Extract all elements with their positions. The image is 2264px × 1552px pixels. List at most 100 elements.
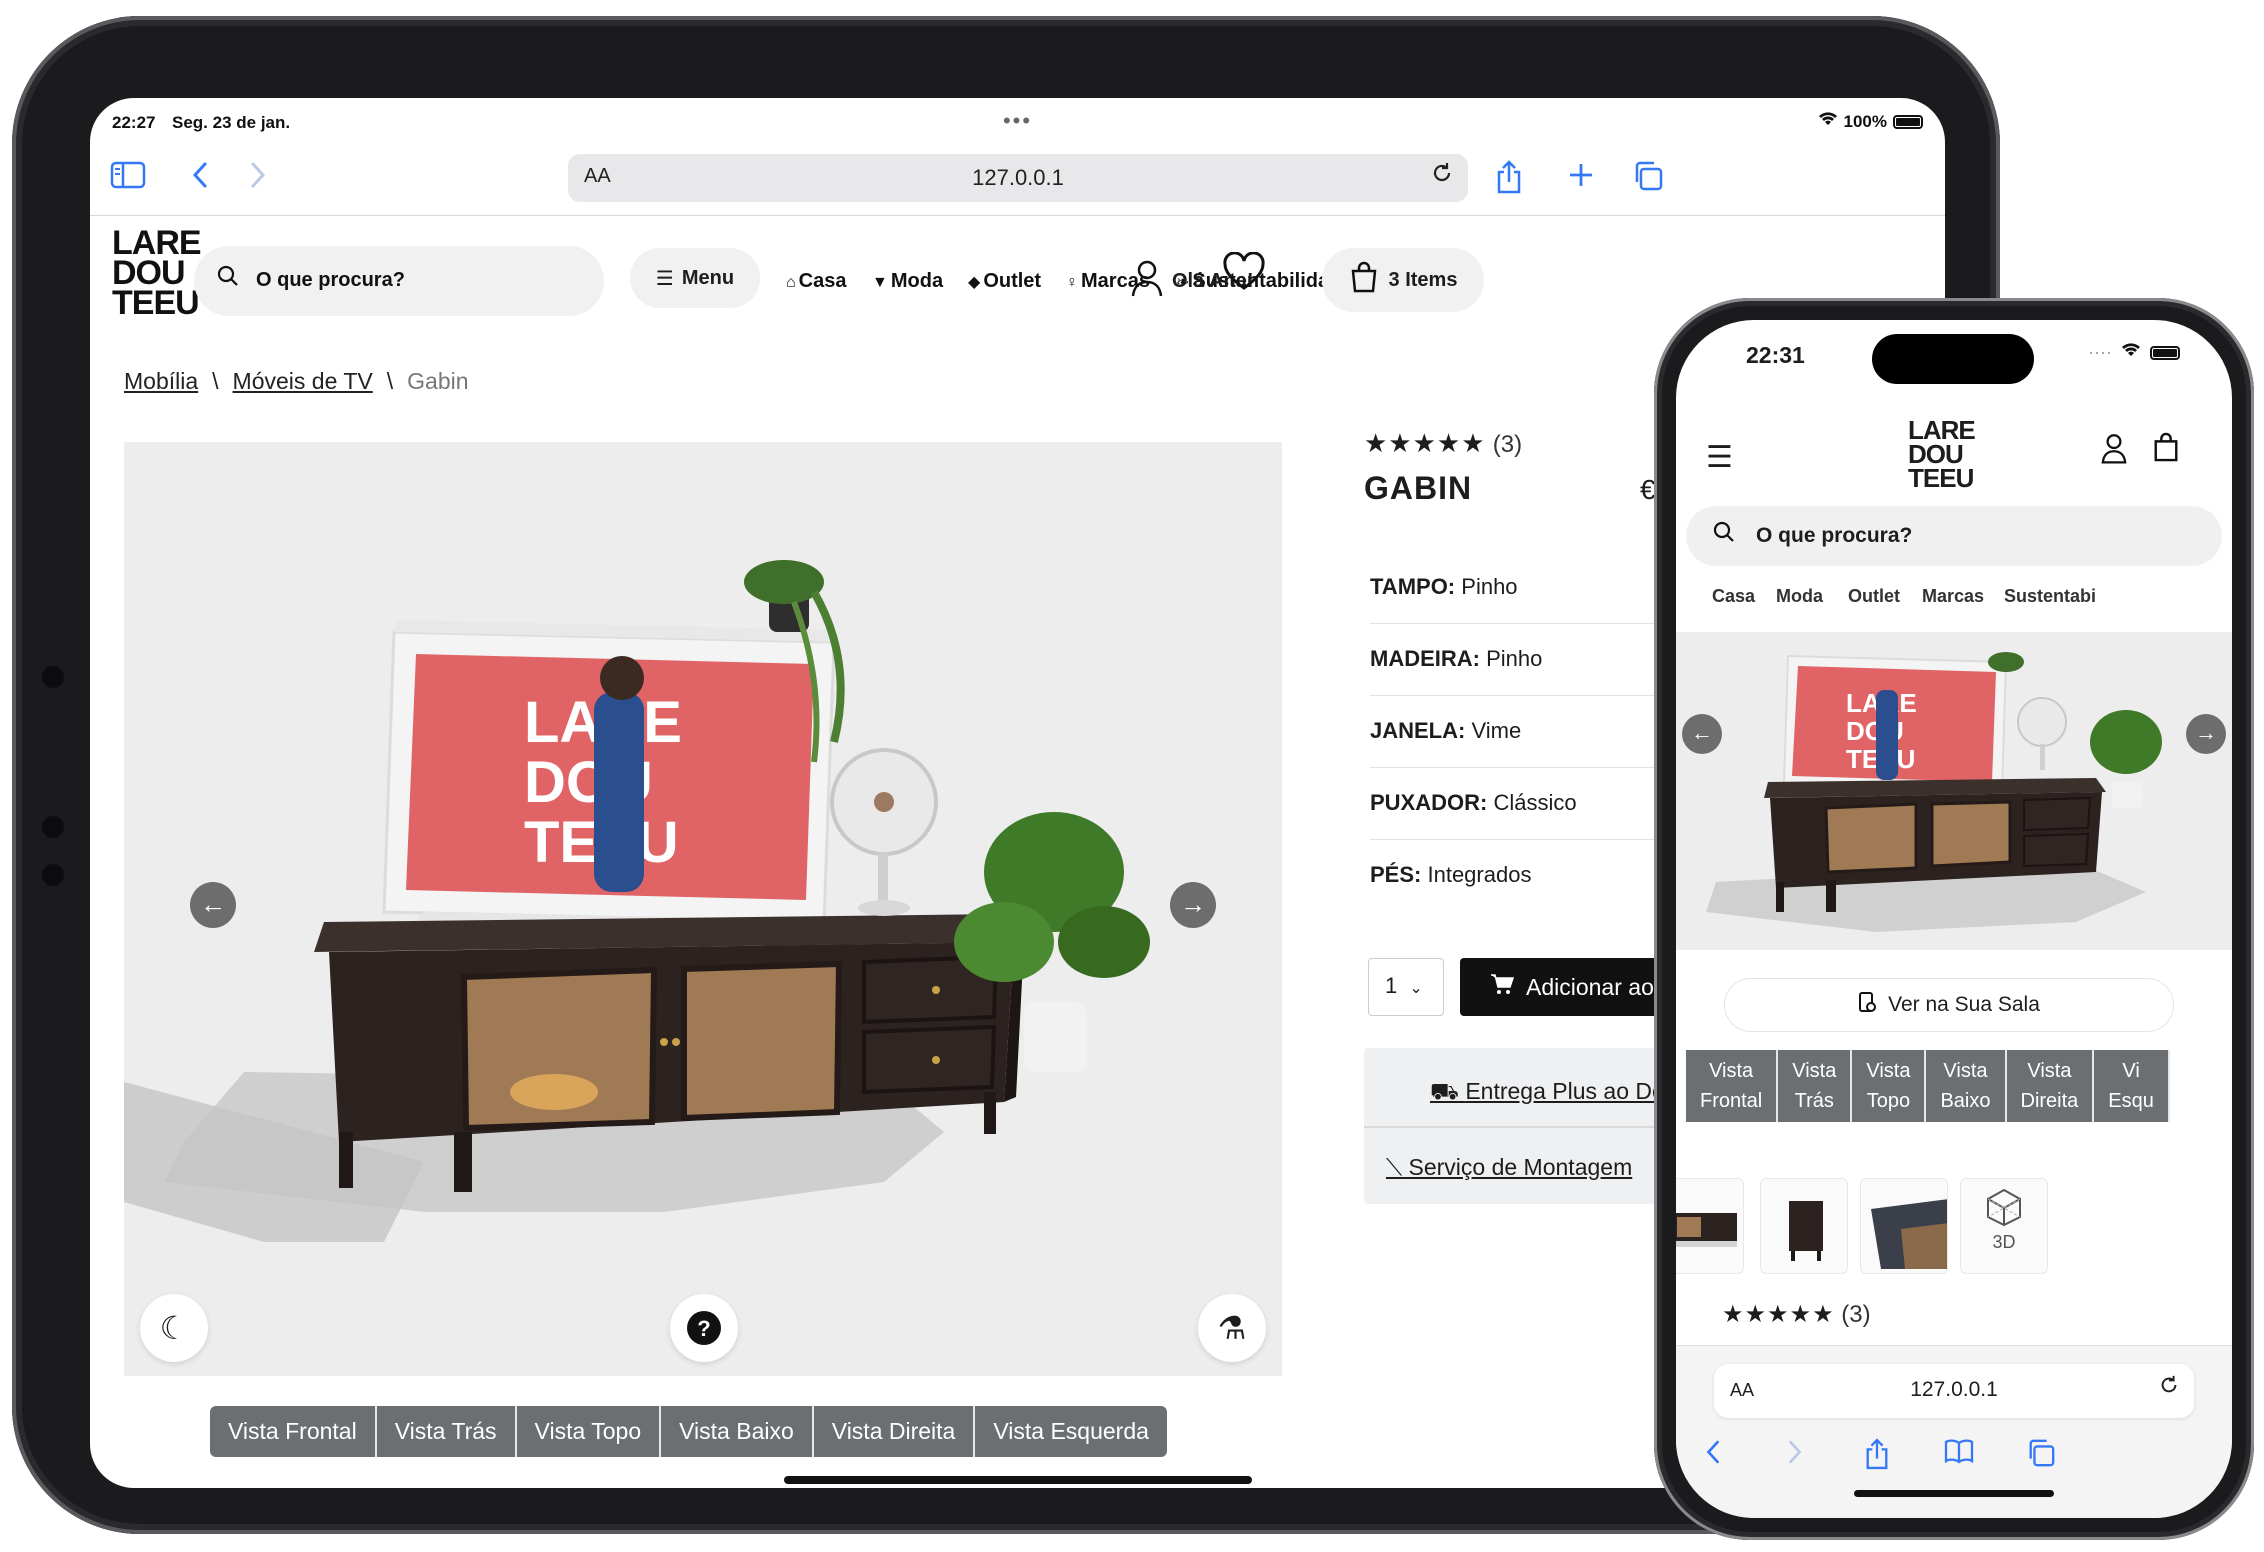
hamburger-icon[interactable]: ☰ [1706,440,1733,475]
nav-casa[interactable]: ⌂ Casa [786,270,846,293]
tab-vista-tras[interactable]: Vista Trás [1778,1050,1853,1122]
attribute-value: Vime [1471,718,1522,743]
address-bar[interactable]: AA 127.0.0.1 [568,154,1468,202]
back-icon[interactable] [1704,1438,1722,1474]
breadcrumb: Mobília \ Móveis de TV \ Gabin [124,368,469,395]
multitasking-dots[interactable]: ••• [1003,108,1032,134]
breadcrumb-link[interactable]: Mobília [124,368,198,394]
assembly-link[interactable]: ⟍ Serviço de Montagem [1386,1154,1632,1181]
attribute-row[interactable]: TAMPO: Pinho [1370,552,1690,624]
nav-marcas[interactable]: Marcas [1922,586,1984,607]
status-date: Seg. 23 de jan. [172,113,291,132]
attribute-key: JANELA: [1370,718,1466,743]
nav-outlet[interactable]: ◆ Outlet [968,270,1041,293]
quantity-select[interactable]: 1 ⌄ [1368,958,1444,1016]
share-icon[interactable] [1864,1438,1890,1478]
arrow-left-icon[interactable]: ← [1682,714,1722,754]
tabs-icon[interactable] [1632,160,1664,200]
flask-icon[interactable]: ⚗ [1198,1294,1266,1362]
attribute-value: Clássico [1493,790,1577,815]
attribute-row[interactable]: PÉS: Integrados [1370,840,1690,912]
bag-icon[interactable] [2152,432,2180,469]
tab-vista-direita[interactable]: Vista Direita [2006,1050,2095,1122]
sidebar-icon[interactable] [110,160,146,198]
breadcrumb-link[interactable]: Móveis de TV [233,368,373,394]
tab-vista-frontal[interactable]: Vista Frontal [210,1406,377,1457]
user-icon[interactable] [2100,432,2128,472]
logo-line: TEEU [1908,463,1974,493]
tab-vista-tras[interactable]: Vista Trás [376,1406,517,1457]
product-render: LARE DOU TEEU [1706,652,2162,932]
attribute-value: Pinho [1486,646,1543,671]
nav-sustentabilidade[interactable]: Sustentabi [2004,586,2096,607]
home-indicator[interactable] [784,1476,1252,1484]
nav-casa[interactable]: Casa [1712,586,1755,607]
product-rating[interactable]: ★★★★★ (3) [1722,1300,1871,1329]
tab-vista-esquerda[interactable]: Vista Esquerda [975,1406,1167,1457]
back-icon[interactable] [190,160,210,198]
moon-icon[interactable]: ☾ [140,1294,208,1362]
nav-outlet[interactable]: Outlet [1848,586,1900,607]
arrow-left-icon[interactable]: ← [190,882,236,928]
address-url: 127.0.0.1 [1910,1378,1998,1401]
cart-button[interactable]: 3 Items [1322,248,1484,312]
tab-vista-baixo[interactable]: Vista Baixo [661,1406,814,1457]
nav-label: Moda [890,270,944,292]
signal-icon: ···· [2088,342,2112,362]
search-input[interactable]: O que procura? [1686,506,2222,566]
thumbnail[interactable] [1760,1178,1848,1274]
forward-icon[interactable] [248,160,268,198]
search-placeholder: O que procura? [256,269,405,291]
attribute-row[interactable]: JANELA: Vime [1370,696,1690,768]
attribute-row[interactable]: PUXADOR: Clássico [1370,768,1690,840]
status-bar: 22:27 Seg. 23 de jan. ••• 100% [90,98,1945,144]
tab-vista-esquerda[interactable]: Vi Esqu [2094,1050,2170,1122]
menu-label: Menu [681,266,735,289]
thumbnail[interactable] [1676,1178,1744,1274]
book-icon[interactable] [1944,1438,1974,1472]
chevron-down-icon: ⌄ [1409,980,1423,997]
heart-icon[interactable] [1222,251,1266,303]
product-rating[interactable]: ★★★★★ (3) [1364,428,1522,459]
cart-icon [1490,973,1515,1001]
cube-icon [1987,1188,2021,1227]
product-viewer[interactable]: LARE DOU TEEU ← → [1676,632,2232,950]
product-viewer[interactable]: LARE DOU TEEU [124,442,1282,1376]
nav-moda[interactable]: Moda [1776,586,1823,607]
rating-stars: ★★★★★ [1364,428,1486,458]
rating-count: (3) [1841,1301,1871,1328]
delivery-link[interactable]: ⛟ Entrega Plus ao Dom [1430,1078,1684,1108]
share-icon[interactable] [1495,160,1523,202]
address-bar[interactable]: AA 127.0.0.1 [1714,1364,2194,1418]
address-url: 127.0.0.1 [972,165,1064,190]
home-indicator[interactable] [1854,1490,2054,1497]
tab-vista-topo[interactable]: Vista Topo [516,1406,662,1457]
forward-icon[interactable] [1786,1438,1804,1474]
plus-icon[interactable] [1566,160,1596,198]
view-in-room-button[interactable]: Ver na Sua Sala [1724,978,2174,1032]
tab-vista-topo[interactable]: Vista Topo [1852,1050,1927,1122]
tab-vista-direita[interactable]: Vista Direita [813,1406,976,1457]
view-tabs: Vista Frontal Vista Trás Vista Topo Vista Ba… [1686,1050,2170,1122]
tab-vista-baixo[interactable]: Vista Baixo [1926,1050,2007,1122]
site-logo[interactable]: LARE DOU TEEU [1908,417,1988,493]
thumbnail-3d[interactable]: 3D [1960,1178,2048,1274]
arrow-right-icon[interactable]: → [1170,882,1216,928]
dynamic-island [1872,334,2034,384]
breadcrumb-current: Gabin [407,368,469,394]
arrow-right-icon[interactable]: → [2186,714,2226,754]
tab-line: Direita [2020,1090,2079,1112]
services-box: ⛟ Entrega Plus ao Dom ⟍ Serviço de Monta… [1364,1048,1694,1204]
thumbnail[interactable] [1860,1178,1948,1274]
cart-label: 3 Items [1388,268,1458,291]
nav-moda[interactable]: ▼ Moda [872,270,943,293]
tabs-icon[interactable] [2026,1438,2056,1476]
tab-vista-frontal[interactable]: Vista Frontal [1686,1050,1779,1122]
reload-icon[interactable] [1430,160,1454,192]
attribute-row[interactable]: MADEIRA: Pinho [1370,624,1690,696]
search-input[interactable]: O que procura? [194,246,604,316]
menu-button[interactable]: ☰ Menu [630,248,760,308]
tab-line: Vi [2122,1060,2140,1082]
help-icon[interactable]: ? [670,1294,738,1362]
reload-icon[interactable] [2158,1374,2180,1403]
